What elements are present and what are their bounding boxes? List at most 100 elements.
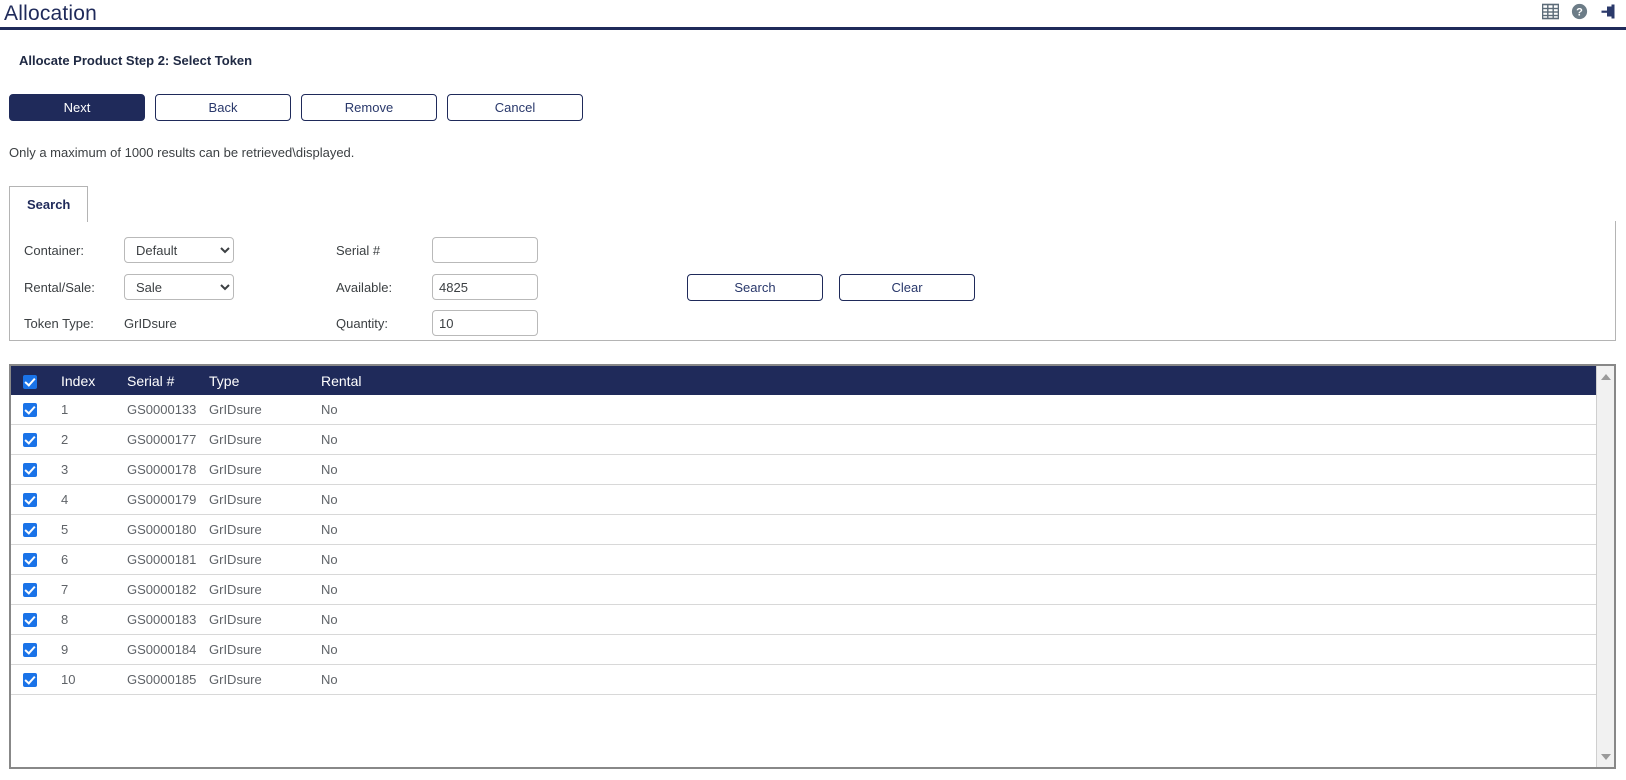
tab-strip: Search — [9, 185, 1616, 222]
clear-button[interactable]: Clear — [839, 274, 975, 301]
table-row[interactable]: 5 GS0000180 GrIDsure No — [11, 514, 1596, 545]
scroll-up-arrow-icon[interactable] — [1597, 368, 1614, 385]
cell-type: GrIDsure — [209, 574, 321, 605]
cell-type: GrIDsure — [209, 395, 321, 425]
tab-strip-filler — [88, 186, 1616, 222]
column-header-serial[interactable]: Serial # — [127, 366, 209, 395]
table-row[interactable]: 9 GS0000184 GrIDsure No — [11, 634, 1596, 665]
cell-rental: No — [321, 424, 1596, 455]
cell-serial: GS0000181 — [127, 544, 209, 575]
row-checkbox[interactable] — [23, 463, 37, 478]
cell-serial: GS0000177 — [127, 424, 209, 455]
table-header-row: Index Serial # Type Rental — [11, 366, 1596, 395]
row-checkbox[interactable] — [23, 643, 37, 658]
search-section: Search Container: Default Rental/Sale: S… — [9, 185, 1616, 341]
row-checkbox[interactable] — [23, 613, 37, 628]
quantity-label: Quantity: — [336, 316, 389, 331]
cell-type: GrIDsure — [209, 484, 321, 515]
svg-text:?: ? — [1576, 7, 1583, 19]
table-row[interactable]: 8 GS0000183 GrIDsure No — [11, 604, 1596, 635]
row-checkbox[interactable] — [23, 403, 37, 418]
table-row[interactable]: 1 GS0000133 GrIDsure No — [11, 395, 1596, 425]
column-header-index[interactable]: Index — [61, 366, 127, 395]
cell-index: 3 — [61, 454, 127, 485]
row-checkbox[interactable] — [23, 553, 37, 568]
cell-serial: GS0000182 — [127, 574, 209, 605]
select-all-header — [11, 366, 61, 395]
row-checkbox[interactable] — [23, 433, 37, 448]
grid-icon[interactable] — [1542, 3, 1559, 20]
column-header-rental[interactable]: Rental — [321, 366, 1596, 395]
rental-sale-select[interactable]: Sale — [124, 274, 234, 300]
row-select-cell — [11, 395, 61, 425]
select-all-checkbox[interactable] — [23, 374, 37, 389]
remove-button[interactable]: Remove — [301, 94, 437, 121]
cell-type: GrIDsure — [209, 424, 321, 455]
cancel-button[interactable]: Cancel — [447, 94, 583, 121]
cell-serial: GS0000184 — [127, 634, 209, 665]
table-row[interactable]: 4 GS0000179 GrIDsure No — [11, 484, 1596, 515]
row-checkbox[interactable] — [23, 583, 37, 598]
step-title: Allocate Product Step 2: Select Token — [19, 53, 253, 68]
cell-type: GrIDsure — [209, 634, 321, 665]
row-select-cell — [11, 544, 61, 575]
table-row[interactable]: 6 GS0000181 GrIDsure No — [11, 544, 1596, 575]
table-row[interactable]: 2 GS0000177 GrIDsure No — [11, 424, 1596, 455]
available-input[interactable] — [432, 274, 538, 300]
row-select-cell — [11, 424, 61, 455]
search-panel: Container: Default Rental/Sale: Sale Tok… — [9, 221, 1616, 341]
cell-index: 5 — [61, 514, 127, 545]
cell-rental: No — [321, 454, 1596, 485]
cell-type: GrIDsure — [209, 514, 321, 545]
row-select-cell — [11, 514, 61, 545]
serial-input[interactable] — [432, 237, 538, 263]
rental-sale-label: Rental/Sale: — [24, 280, 95, 295]
row-checkbox[interactable] — [23, 673, 37, 688]
quantity-input[interactable] — [432, 310, 538, 336]
cell-serial: GS0000185 — [127, 664, 209, 695]
column-header-type[interactable]: Type — [209, 366, 321, 395]
header-icon-group: ? — [1542, 3, 1618, 20]
cell-serial: GS0000133 — [127, 395, 209, 425]
help-icon[interactable]: ? — [1571, 3, 1588, 20]
table-row[interactable]: 7 GS0000182 GrIDsure No — [11, 574, 1596, 605]
cell-type: GrIDsure — [209, 544, 321, 575]
search-button[interactable]: Search — [687, 274, 823, 301]
cell-rental: No — [321, 514, 1596, 545]
cell-type: GrIDsure — [209, 664, 321, 695]
container-select[interactable]: Default — [124, 237, 234, 263]
cell-type: GrIDsure — [209, 454, 321, 485]
cell-serial: GS0000180 — [127, 514, 209, 545]
cell-serial: GS0000178 — [127, 454, 209, 485]
results-scrollbar[interactable] — [1596, 366, 1614, 767]
cell-rental: No — [321, 484, 1596, 515]
results-table-container: Index Serial # Type Rental 1 GS0000133 GrI… — [11, 366, 1596, 767]
next-button[interactable]: Next — [9, 94, 145, 121]
serial-label: Serial # — [336, 243, 381, 258]
back-button[interactable]: Back — [155, 94, 291, 121]
token-type-label: Token Type: — [24, 316, 94, 331]
row-select-cell — [11, 574, 61, 605]
cell-index: 2 — [61, 424, 127, 455]
tab-search[interactable]: Search — [9, 186, 89, 222]
cell-serial: GS0000179 — [127, 484, 209, 515]
table-row[interactable]: 10 GS0000185 GrIDsure No — [11, 664, 1596, 695]
cell-index: 6 — [61, 544, 127, 575]
cell-index: 4 — [61, 484, 127, 515]
app-header: Allocation ? — [0, 0, 1626, 30]
row-checkbox[interactable] — [23, 493, 37, 508]
row-checkbox[interactable] — [23, 523, 37, 538]
scroll-down-arrow-icon[interactable] — [1597, 748, 1614, 765]
pin-icon[interactable] — [1600, 3, 1618, 20]
cell-index: 8 — [61, 604, 127, 635]
table-row[interactable]: 3 GS0000178 GrIDsure No — [11, 454, 1596, 485]
token-type-value: GrIDsure — [124, 316, 177, 331]
cell-rental: No — [321, 544, 1596, 575]
cell-rental: No — [321, 604, 1596, 635]
results-table-body: 1 GS0000133 GrIDsure No 2 GS0000177 GrIDsure No… — [11, 395, 1596, 695]
results-table-head: Index Serial # Type Rental — [11, 366, 1596, 395]
row-select-cell — [11, 454, 61, 485]
cell-index: 7 — [61, 574, 127, 605]
row-select-cell — [11, 634, 61, 665]
cell-index: 10 — [61, 664, 127, 695]
